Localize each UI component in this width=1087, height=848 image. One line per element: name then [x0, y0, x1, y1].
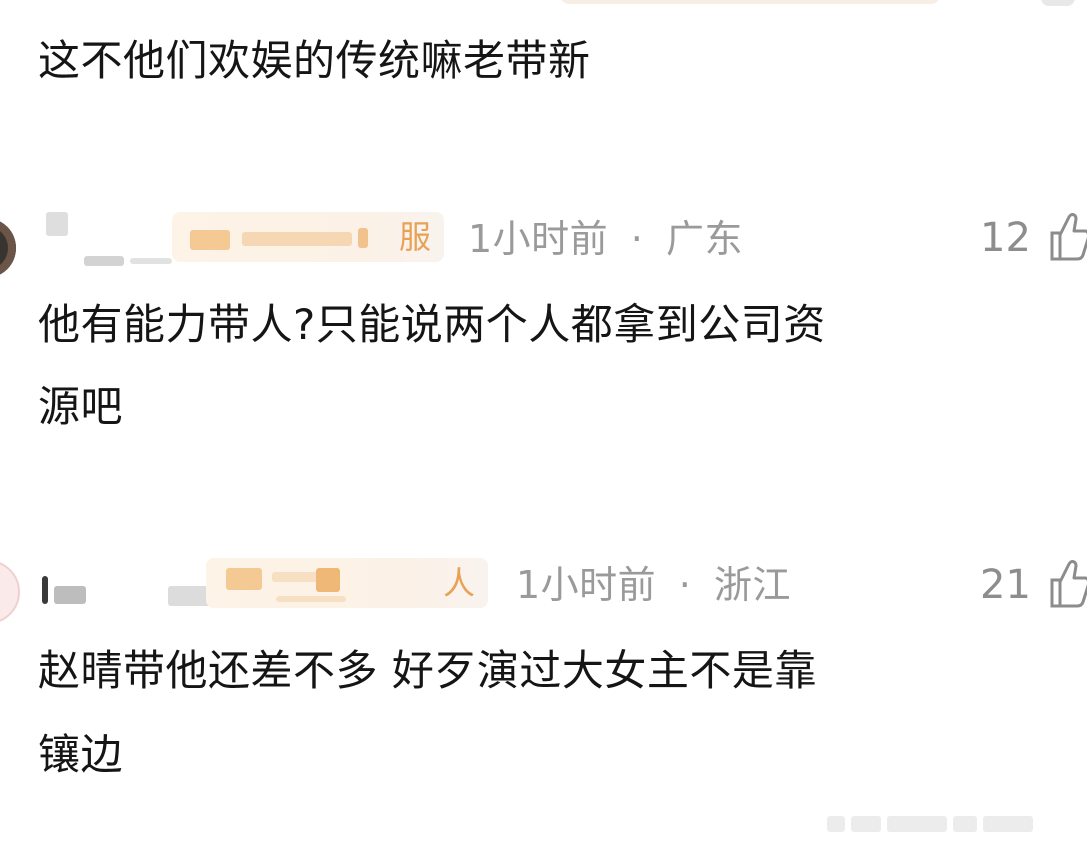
timestamp: 1小时前: [468, 217, 609, 261]
comment-text-line-1: 赵晴带他还差不多 好歹演过大女主不是靠: [38, 646, 817, 695]
separator-dot: ·: [678, 563, 692, 607]
comment-text: 这不他们欢娱的传统嘛老带新: [38, 36, 591, 85]
comment-meta: 1小时前 · 浙江: [516, 560, 791, 610]
user-badge[interactable]: 服: [172, 212, 444, 262]
username-blurred[interactable]: [40, 574, 212, 606]
thumbs-up-icon[interactable]: [1049, 209, 1087, 261]
previous-like-fragment: [1041, 0, 1075, 6]
comment-text-line-2: 源吧: [38, 382, 124, 431]
badge-label: 人: [442, 564, 476, 602]
location: 浙江: [713, 563, 791, 607]
previous-comment-badge-fragment: [560, 0, 940, 4]
thumbs-up-icon[interactable]: [1049, 556, 1087, 608]
comment-meta: 1小时前 · 广东: [468, 214, 743, 264]
separator-dot: ·: [630, 217, 644, 261]
avatar[interactable]: [0, 560, 20, 624]
user-badge[interactable]: 人: [206, 558, 488, 608]
location: 广东: [665, 217, 743, 261]
timestamp: 1小时前: [516, 563, 657, 607]
like-count: 12: [980, 215, 1031, 261]
comment-text-line-1: 他有能力带人?只能说两个人都拿到公司资: [38, 300, 826, 349]
like-count: 21: [980, 562, 1031, 608]
watermark: [827, 814, 1057, 834]
avatar[interactable]: [0, 218, 16, 278]
comment-text-line-2: 镶边: [38, 730, 124, 779]
username-blurred[interactable]: [40, 210, 172, 266]
badge-label: 服: [398, 218, 432, 256]
